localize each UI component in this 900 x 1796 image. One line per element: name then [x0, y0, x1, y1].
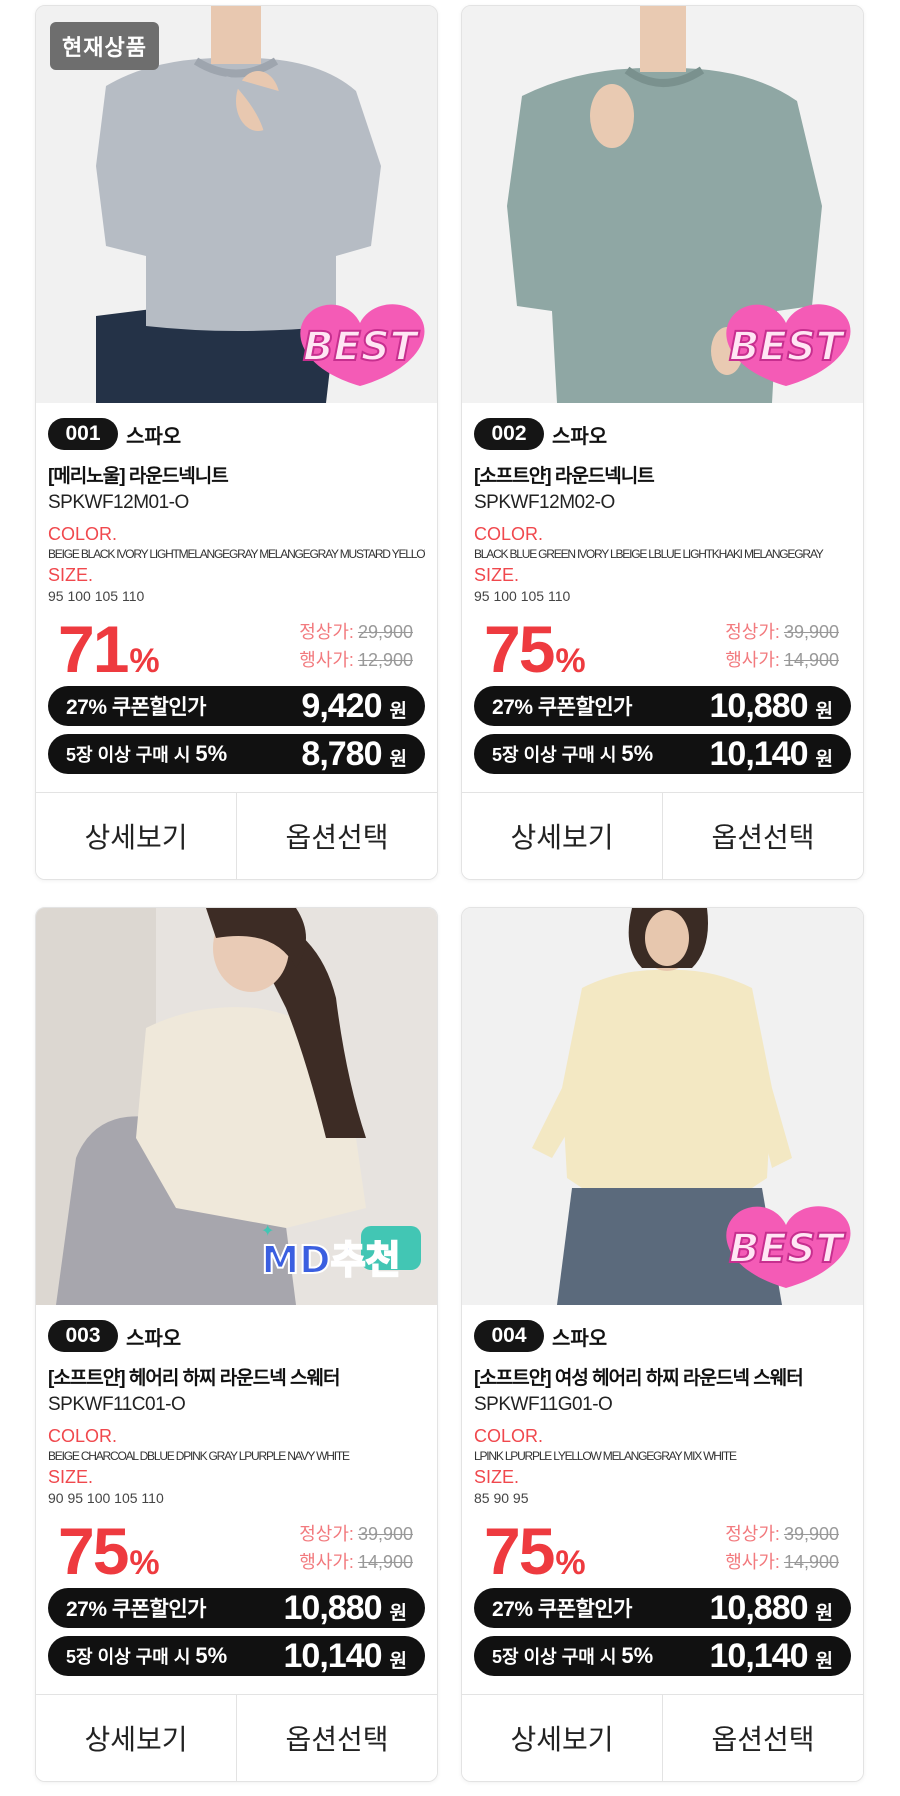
- product-name[interactable]: [소프트얀] 라운드넥니트: [474, 461, 851, 488]
- bulk-price-bar: 5장 이상 구매 시 5% 10,140 원: [474, 1636, 851, 1676]
- product-card[interactable]: 현재상품 BEST 001 스파오 [메리노울] 라운드넥니트 SPKWF12M…: [35, 5, 438, 880]
- bulk-price-bar: 5장 이상 구매 시 5% 8,780 원: [48, 734, 425, 774]
- regular-price: 정상가: 39,900: [725, 622, 839, 642]
- size-label: SIZE.: [48, 1467, 94, 1487]
- discount-rate: 71%: [58, 612, 160, 686]
- bulk-price: 10,140: [283, 1636, 383, 1675]
- product-image[interactable]: BEST: [462, 908, 863, 1305]
- product-name[interactable]: [메리노울] 라운드넥니트: [48, 461, 425, 488]
- regular-price: 정상가: 39,900: [299, 1524, 413, 1544]
- option-select-button[interactable]: 옵션선택: [662, 793, 863, 879]
- best-sticker-icon: BEST: [300, 304, 425, 386]
- product-card[interactable]: MD추천 ✦ 003 스파오 [소프트얀] 헤어리 하찌 라운드넥 스웨터 SP…: [35, 907, 438, 1782]
- brand-name: 스파오: [126, 425, 182, 448]
- product-image[interactable]: 현재상품 BEST: [36, 6, 437, 403]
- product-number: 001: [48, 418, 118, 450]
- color-label: COLOR.: [474, 1426, 544, 1446]
- product-grid: 현재상품 BEST 001 스파오 [메리노울] 라운드넥니트 SPKWF12M…: [0, 0, 900, 1796]
- product-code: SPKWF11C01-O: [48, 1394, 186, 1415]
- coupon-price-bar: 27% 쿠폰할인가 10,880 원: [48, 1588, 425, 1628]
- product-name[interactable]: [소프트얀] 여성 헤어리 하찌 라운드넥 스웨터: [474, 1363, 851, 1390]
- color-list: LPINK LPURPLE LYELLOW MELANGEGRAY MIX WH…: [474, 1449, 737, 1463]
- svg-text:BEST: BEST: [303, 324, 420, 370]
- md-recommend-sticker-icon: MD추천 ✦: [260, 1221, 421, 1283]
- size-label: SIZE.: [48, 565, 94, 585]
- discount-rate: 75%: [58, 1514, 160, 1588]
- coupon-price: 10,880: [709, 1588, 809, 1627]
- coupon-price: 10,880: [709, 686, 809, 725]
- size-label: SIZE.: [474, 565, 520, 585]
- best-sticker-icon: BEST: [726, 304, 851, 386]
- bulk-price: 10,140: [709, 1636, 809, 1675]
- svg-text:✦: ✦: [261, 1221, 274, 1240]
- size-label: SIZE.: [474, 1467, 520, 1487]
- color-list: BEIGE BLACK IVORY LIGHTMELANGEGRAY MELAN…: [48, 547, 425, 561]
- color-list: BLACK BLUE GREEN IVORY LBEIGE LBLUE LIGH…: [474, 547, 824, 561]
- svg-text:BEST: BEST: [729, 1226, 846, 1272]
- option-select-button[interactable]: 옵션선택: [236, 793, 437, 879]
- product-code: SPKWF12M01-O: [48, 492, 189, 513]
- product-number: 003: [48, 1320, 118, 1352]
- size-list: 90 95 100 105 110: [48, 1490, 164, 1506]
- event-price: 행사가: 14,900: [725, 650, 839, 670]
- size-list: 95 100 105 110: [474, 588, 571, 604]
- color-list: BEIGE CHARCOAL DBLUE DPINK GRAY LPURPLE …: [48, 1449, 350, 1463]
- detail-button[interactable]: 상세보기: [36, 1695, 236, 1781]
- product-code: SPKWF11G01-O: [474, 1394, 613, 1415]
- best-sticker-icon: BEST: [726, 1206, 851, 1288]
- event-price: 행사가: 14,900: [299, 1552, 413, 1572]
- color-label: COLOR.: [474, 524, 544, 544]
- option-select-button[interactable]: 옵션선택: [662, 1695, 863, 1781]
- current-item-badge: 현재상품: [50, 22, 159, 70]
- product-image[interactable]: BEST: [462, 6, 863, 403]
- product-name[interactable]: [소프트얀] 헤어리 하찌 라운드넥 스웨터: [48, 1363, 425, 1390]
- brand-name: 스파오: [552, 425, 608, 448]
- coupon-price: 9,420: [301, 686, 382, 725]
- size-list: 95 100 105 110: [48, 588, 145, 604]
- product-card[interactable]: BEST 004 스파오 [소프트얀] 여성 헤어리 하찌 라운드넥 스웨터 S…: [461, 907, 864, 1782]
- regular-price: 정상가: 39,900: [725, 1524, 839, 1544]
- coupon-price-bar: 27% 쿠폰할인가 9,420 원: [48, 686, 425, 726]
- detail-button[interactable]: 상세보기: [36, 793, 236, 879]
- size-list: 85 90 95: [474, 1490, 529, 1506]
- product-code: SPKWF12M02-O: [474, 492, 615, 513]
- product-number: 004: [474, 1320, 544, 1352]
- coupon-price-bar: 27% 쿠폰할인가 10,880 원: [474, 1588, 851, 1628]
- product-number: 002: [474, 418, 544, 450]
- svg-text:MD추천: MD추천: [261, 1238, 400, 1282]
- color-label: COLOR.: [48, 1426, 118, 1446]
- detail-button[interactable]: 상세보기: [462, 793, 662, 879]
- event-price: 행사가: 12,900: [299, 650, 413, 670]
- bulk-price: 10,140: [709, 734, 809, 773]
- svg-text:BEST: BEST: [729, 324, 846, 370]
- brand-name: 스파오: [126, 1327, 182, 1350]
- bulk-price-bar: 5장 이상 구매 시 5% 10,140 원: [48, 1636, 425, 1676]
- brand-name: 스파오: [552, 1327, 608, 1350]
- bulk-price-bar: 5장 이상 구매 시 5% 10,140 원: [474, 734, 851, 774]
- color-label: COLOR.: [48, 524, 118, 544]
- coupon-price: 10,880: [283, 1588, 383, 1627]
- product-card[interactable]: BEST 002 스파오 [소프트얀] 라운드넥니트 SPKWF12M02-O …: [461, 5, 864, 880]
- detail-button[interactable]: 상세보기: [462, 1695, 662, 1781]
- event-price: 행사가: 14,900: [725, 1552, 839, 1572]
- regular-price: 정상가: 29,900: [299, 622, 413, 642]
- option-select-button[interactable]: 옵션선택: [236, 1695, 437, 1781]
- coupon-price-bar: 27% 쿠폰할인가 10,880 원: [474, 686, 851, 726]
- discount-rate: 75%: [484, 1514, 586, 1588]
- product-image[interactable]: MD추천 ✦: [36, 908, 437, 1305]
- discount-rate: 75%: [484, 612, 586, 686]
- bulk-price: 8,780: [301, 734, 382, 773]
